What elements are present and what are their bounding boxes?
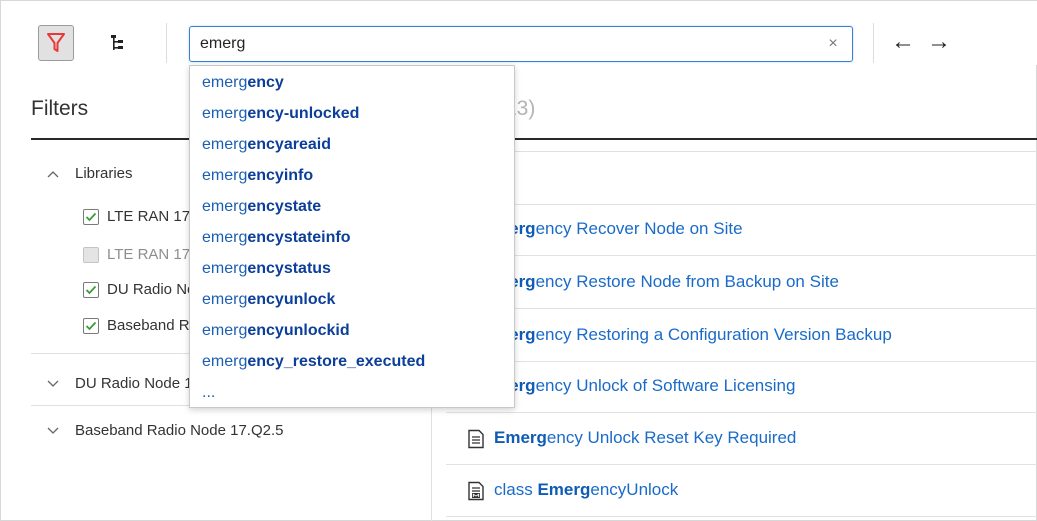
result-link[interactable]: mergency Restoring a Configuration Versi… — [494, 325, 892, 345]
search-input[interactable] — [200, 33, 800, 55]
checkbox-disabled — [83, 246, 99, 263]
clear-search-icon[interactable]: × — [824, 35, 842, 53]
filters-title: Filters — [31, 97, 89, 120]
filter-group-label: Libraries — [75, 165, 133, 182]
toolbar: × ← → — [1, 1, 1037, 65]
document-icon — [468, 429, 484, 449]
library-checkbox-row[interactable]: DU Radio Node 17.Q2.5 — [83, 281, 193, 298]
result-link[interactable]: mergency Restore Node from Backup on Sit… — [494, 272, 839, 292]
checkmark-icon — [85, 212, 97, 221]
result-item[interactable]: Emergency Unlock Reset Key Required — [446, 413, 1037, 465]
suggestion-item[interactable]: emergency-unlocked — [202, 105, 359, 123]
checkbox-checked[interactable] — [83, 208, 99, 225]
result-item[interactable]: class EmergencyUnlock — [446, 465, 1037, 517]
filter-group-baseband-radio-node[interactable]: Baseband Radio Node 17.Q2.5 — [45, 422, 283, 439]
library-checkbox-row[interactable]: LTE RAN 17.Q2.5 — [83, 208, 193, 225]
filter-group-libraries[interactable]: Libraries — [45, 165, 133, 182]
result-item[interactable]: mergency Recover Node on Site — [446, 204, 1037, 256]
suggestion-item[interactable]: emergencystate — [202, 198, 321, 216]
library-label: DU Radio Node 17.Q2.5 — [107, 281, 193, 298]
suggestion-item[interactable]: emergencyinfo — [202, 167, 313, 185]
result-link[interactable]: mergency Unlock of Software Licensing — [494, 376, 795, 396]
model-document-icon — [468, 481, 484, 501]
back-arrow-icon[interactable]: ← — [889, 27, 917, 57]
chevron-up-icon — [45, 166, 61, 182]
filter-funnel-icon — [47, 33, 65, 52]
result-item[interactable]: mergency Restoring a Configuration Versi… — [446, 310, 1037, 362]
results-divider — [446, 151, 1037, 152]
result-link[interactable]: mergency Recover Node on Site — [494, 219, 743, 239]
result-item[interactable]: mergency Unlock of Software Licensing — [446, 361, 1037, 413]
app-window: × ← → Filters Libraries LTE RAN 17.Q2.5 … — [0, 0, 1037, 521]
result-link[interactable]: class EmergencyUnlock — [494, 480, 678, 500]
chevron-down-icon — [45, 423, 61, 439]
library-checkbox-row[interactable]: Baseband Radio Node 17.Q2.5 — [83, 317, 193, 334]
suggestion-item[interactable]: emergencystatus — [202, 260, 331, 278]
results-underline — [446, 138, 1037, 140]
toolbar-separator — [873, 23, 874, 63]
filter-group-label: Baseband Radio Node 17.Q2.5 — [75, 422, 284, 439]
checkbox-checked[interactable] — [83, 281, 99, 298]
suggestion-item[interactable]: emergency_restore_executed — [202, 353, 425, 371]
suggestion-more[interactable]: ... — [202, 384, 215, 402]
forward-arrow-icon[interactable]: → — [925, 27, 953, 57]
checkmark-icon — [85, 321, 97, 330]
suggestion-item[interactable]: emergencyunlockid — [202, 322, 350, 340]
toolbar-separator — [166, 23, 167, 63]
suggestion-item[interactable]: emergencyunlock — [202, 291, 335, 309]
library-label: LTE RAN 17.Q2.5 — [107, 208, 193, 225]
search-box[interactable]: × — [189, 26, 853, 62]
chevron-down-icon — [45, 376, 61, 392]
filter-toggle-button[interactable] — [38, 25, 74, 61]
result-item[interactable]: mergency Restore Node from Backup on Sit… — [446, 257, 1037, 309]
autocomplete-dropdown: emergency emergency-unlocked emergencyar… — [189, 65, 515, 408]
checkbox-checked[interactable] — [83, 317, 99, 334]
suggestion-item[interactable]: emergencystateinfo — [202, 229, 351, 247]
library-checkbox-row: LTE RAN 17.Q2.5 — [83, 246, 193, 263]
result-link[interactable]: Emergency Unlock Reset Key Required — [494, 428, 796, 448]
library-label: Baseband Radio Node 17.Q2.5 — [107, 317, 193, 334]
suggestion-item[interactable]: emergencyareaid — [202, 136, 331, 154]
tree-view-button[interactable] — [101, 27, 133, 59]
suggestion-item[interactable]: emergency — [202, 74, 284, 92]
tree-structure-icon — [111, 35, 123, 50]
checkmark-icon — [85, 285, 97, 294]
library-label: LTE RAN 17.Q2.5 — [107, 246, 193, 263]
